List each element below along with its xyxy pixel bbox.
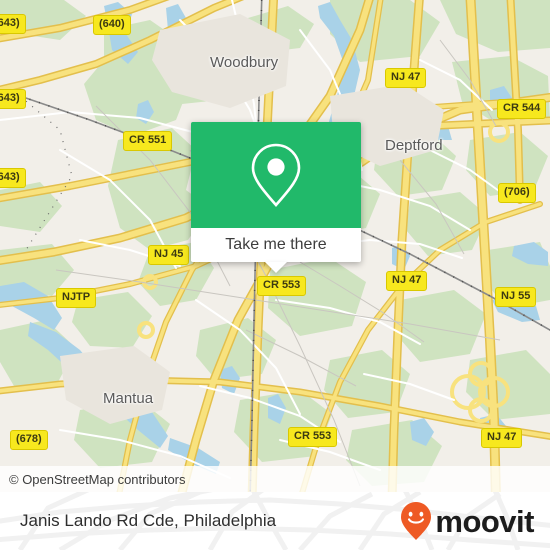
moovit-smiley-pin-icon <box>401 502 432 540</box>
road-shield-nj47-c: NJ 47 <box>481 428 523 448</box>
take-me-there-label: Take me there <box>225 236 327 253</box>
moovit-wordmark: moovit <box>435 503 534 539</box>
moovit-brand-logo[interactable]: moovit <box>399 492 534 550</box>
callout-action-panel[interactable]: Take me there <box>191 228 361 262</box>
road-shield-cr553-b: CR 553 <box>288 427 338 447</box>
road-shield-nj47-b: NJ 47 <box>386 271 428 291</box>
road-shield-cr553-a: CR 553 <box>257 276 307 296</box>
map-attribution-bar: © OpenStreetMap contributors <box>0 466 550 492</box>
road-shield-640: (640) <box>93 15 131 35</box>
road-shield-cr551: CR 551 <box>123 131 173 151</box>
take-me-there-callout[interactable]: Take me there <box>191 122 361 273</box>
road-shield-678: (678) <box>10 430 48 450</box>
road-shield-nj45: NJ 45 <box>148 245 190 265</box>
osm-attribution-text: © OpenStreetMap contributors <box>9 471 186 487</box>
place-label-woodbury: Woodbury <box>210 54 279 71</box>
road-shield-nj55: NJ 55 <box>495 287 537 307</box>
road-shield-643-c: (643) <box>0 168 26 188</box>
map-pin-icon <box>251 143 301 207</box>
road-shield-706: (706) <box>498 183 536 203</box>
place-label-mantua: Mantua <box>103 390 154 407</box>
road-shield-643-b: (643) <box>0 89 26 109</box>
location-title: Janis Lando Rd Cde, Philadelphia <box>20 511 277 530</box>
place-label-deptford: Deptford <box>385 137 443 154</box>
footer-bar: Janis Lando Rd Cde, Philadelphia moovit <box>0 492 550 550</box>
road-shield-643-a: (643) <box>0 14 26 34</box>
map-screenshot: Woodbury Deptford Mantua (643) (640) (64… <box>0 0 550 550</box>
road-shield-cr544: CR 544 <box>497 99 547 119</box>
map-canvas[interactable]: Woodbury Deptford Mantua (643) (640) (64… <box>0 0 550 492</box>
road-shield-njtp: NJTP <box>56 288 97 308</box>
callout-icon-panel <box>191 122 361 228</box>
road-shield-nj47-a: NJ 47 <box>385 68 427 88</box>
callout-tail-icon <box>265 262 287 273</box>
